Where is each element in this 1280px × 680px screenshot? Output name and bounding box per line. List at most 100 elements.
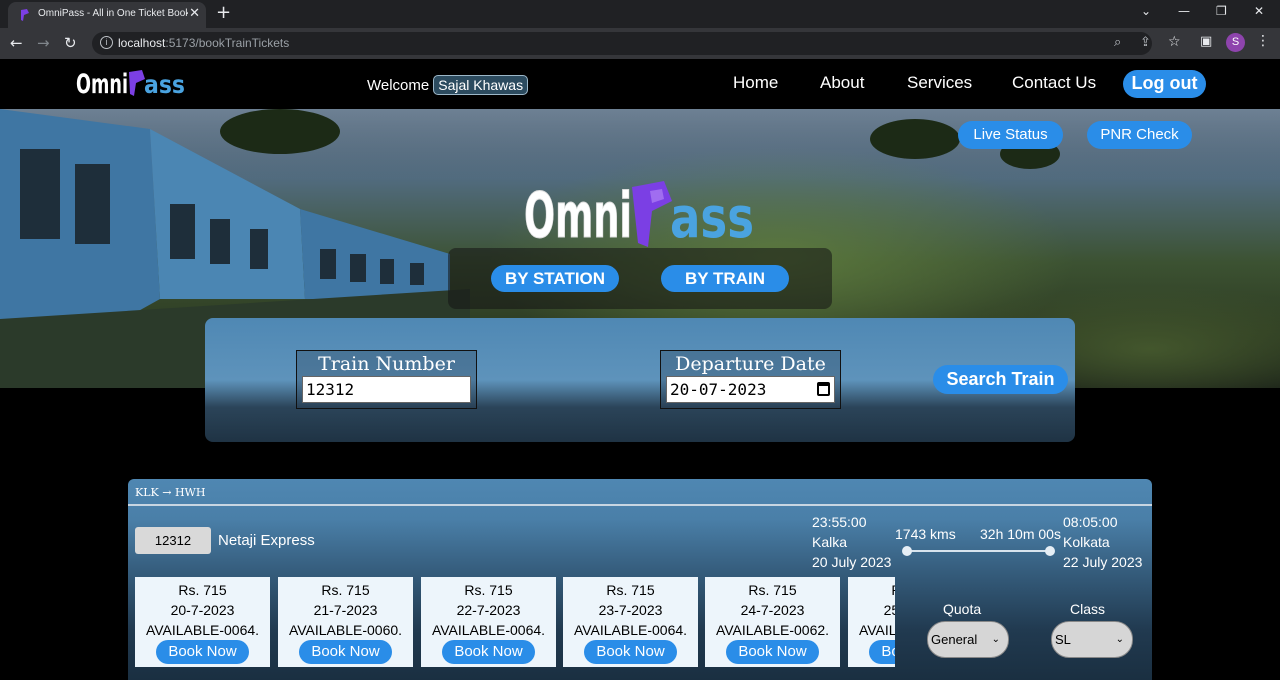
availability-card: Rs. 715 20-7-2023 AVAILABLE-0064. Book N…: [135, 577, 270, 667]
omnipass-logo[interactable]: Omni ass: [76, 66, 188, 100]
username-badge: Sajal Khawas: [433, 75, 529, 95]
info-icon[interactable]: i: [100, 36, 113, 49]
quota-select[interactable]: General ⌄: [927, 621, 1009, 658]
new-tab-button[interactable]: +: [216, 2, 231, 23]
class-select[interactable]: SL ⌄: [1051, 621, 1133, 658]
tab-search-icon[interactable]: ⌄: [1141, 4, 1151, 18]
zoom-icon[interactable]: ⌕: [1114, 35, 1121, 50]
share-icon[interactable]: ⇪: [1140, 35, 1151, 50]
svg-text:ass: ass: [144, 70, 185, 99]
journey-date: 22-7-2023: [456, 602, 521, 618]
svg-text:Omni: Omni: [524, 179, 632, 252]
browser-tab[interactable]: OmniPass - All in One Ticket Booking ✕: [8, 2, 206, 28]
fare: Rs. 715: [321, 582, 370, 598]
train-name: Netaji Express: [218, 532, 315, 549]
departure-station: Kalka: [812, 534, 848, 550]
menu-icon[interactable]: ⋮: [1256, 33, 1270, 49]
distance: 1743 kms: [895, 526, 956, 542]
site-navbar: Omni ass Welcome Sajal Khawas Home About …: [0, 59, 1280, 109]
search-mode-panel: BY STATION BY TRAIN: [448, 248, 832, 309]
pnr-check-button[interactable]: PNR Check: [1087, 121, 1192, 149]
seat-status: AVAILABLE-0064.: [145, 622, 260, 638]
train-number-input[interactable]: 12312: [302, 376, 471, 403]
book-now-button[interactable]: Book Now: [156, 640, 249, 664]
availability-card: Rs. 715 24-7-2023 AVAILABLE-0062. Book N…: [705, 577, 840, 667]
fare: Rs. 715: [606, 582, 655, 598]
browser-tabbar: OmniPass - All in One Ticket Booking ✕ +…: [0, 0, 1280, 28]
tab-close-icon[interactable]: ✕: [189, 6, 200, 21]
arrival-info: 08:05:00 Kolkata 22 July 2023: [1063, 512, 1142, 572]
book-now-button[interactable]: Book Now: [584, 640, 677, 664]
seat-status: AVAILABLE-0064.: [858, 622, 895, 638]
fare: Rs. 715: [464, 582, 513, 598]
nav-services[interactable]: Services: [907, 73, 972, 93]
search-panel: Train Number 12312 Departure Date 20-07-…: [205, 318, 1075, 442]
svg-text:Omni: Omni: [76, 69, 128, 100]
train-number-group: Train Number 12312: [296, 350, 477, 409]
tab-title: OmniPass - All in One Ticket Booking: [38, 8, 188, 19]
chevron-down-icon: ⌄: [1115, 634, 1124, 645]
availability-card: Rs. 715 23-7-2023 AVAILABLE-0064. Book N…: [563, 577, 698, 667]
book-now-button[interactable]: Book Now: [299, 640, 392, 664]
book-now-button[interactable]: Book Now: [726, 640, 819, 664]
fare: Rs. 715: [848, 580, 895, 600]
availability-strip[interactable]: Rs. 715 20-7-2023 AVAILABLE-0064. Book N…: [135, 577, 895, 667]
journey-line: [906, 550, 1051, 552]
sidepanel-icon[interactable]: ▣: [1200, 34, 1212, 49]
arrival-time: 08:05:00: [1063, 514, 1118, 530]
maximize-icon[interactable]: ❐: [1216, 4, 1227, 18]
minimize-icon[interactable]: —: [1178, 4, 1190, 18]
route-label: KLK → HWH: [135, 486, 206, 499]
train-number-badge: 12312: [135, 527, 211, 554]
journey-date: 23-7-2023: [598, 602, 663, 618]
quota-label: Quota: [943, 601, 982, 617]
book-now-button[interactable]: Book Now: [442, 640, 535, 664]
departure-date: 20 July 2023: [812, 554, 892, 570]
journey-end-dot: [1045, 546, 1055, 556]
back-icon[interactable]: ←: [10, 34, 23, 52]
search-train-button[interactable]: Search Train: [933, 365, 1068, 394]
favicon-icon: [21, 9, 29, 21]
welcome-text: Welcome Sajal Khawas: [367, 75, 529, 95]
fare: Rs. 715: [178, 582, 227, 598]
seat-status: AVAILABLE-0060.: [288, 622, 403, 638]
address-bar[interactable]: i localhost:5173/bookTrainTickets ⌕ ⇪: [92, 32, 1152, 55]
seat-status: AVAILABLE-0062.: [715, 622, 830, 638]
star-icon[interactable]: ☆: [1168, 34, 1181, 50]
arrival-station: Kolkata: [1063, 534, 1110, 550]
departure-time: 23:55:00: [812, 514, 867, 530]
reload-icon[interactable]: ↻: [64, 34, 77, 52]
nav-contact[interactable]: Contact Us: [1012, 73, 1096, 93]
avatar[interactable]: S: [1226, 33, 1245, 52]
journey-date: 20-7-2023: [170, 602, 235, 618]
availability-card: Rs. 715 22-7-2023 AVAILABLE-0064. Book N…: [421, 577, 556, 667]
url-text[interactable]: localhost:5173/bookTrainTickets: [118, 36, 289, 50]
calendar-icon[interactable]: [817, 382, 830, 396]
journey-date: 21-7-2023: [313, 602, 378, 618]
forward-icon[interactable]: →: [37, 34, 50, 52]
nav-home[interactable]: Home: [733, 73, 778, 93]
journey-start-dot: [902, 546, 912, 556]
logout-button[interactable]: Log out: [1123, 70, 1206, 98]
book-now-button[interactable]: Book Now: [869, 640, 895, 664]
omnipass-hero-logo: Omni ass: [524, 179, 755, 253]
arrival-date: 22 July 2023: [1063, 554, 1143, 570]
chevron-down-icon: ⌄: [991, 634, 1000, 645]
departure-info: 23:55:00 Kalka 20 July 2023: [812, 512, 891, 572]
nav-about[interactable]: About: [820, 73, 864, 93]
departure-date-input[interactable]: 20-07-2023: [666, 376, 835, 403]
fare: Rs. 715: [748, 582, 797, 598]
availability-card: Rs. 715 25-7-2023 AVAILABLE-0064. Book N…: [848, 577, 895, 667]
by-train-button[interactable]: BY TRAIN: [661, 265, 789, 292]
by-station-button[interactable]: BY STATION: [491, 265, 619, 292]
availability-card: Rs. 715 21-7-2023 AVAILABLE-0060. Book N…: [278, 577, 413, 667]
tree-decoration: [870, 119, 960, 159]
live-status-button[interactable]: Live Status: [958, 121, 1063, 149]
browser-toolbar: ← → ↻ i localhost:5173/bookTrainTickets …: [0, 28, 1280, 59]
duration: 32h 10m 00s: [980, 526, 1061, 542]
seat-status: AVAILABLE-0064.: [573, 622, 688, 638]
journey-date: 24-7-2023: [740, 602, 805, 618]
train-number-label: Train Number: [318, 353, 455, 375]
close-window-icon[interactable]: ✕: [1254, 4, 1264, 18]
class-label: Class: [1070, 601, 1106, 617]
